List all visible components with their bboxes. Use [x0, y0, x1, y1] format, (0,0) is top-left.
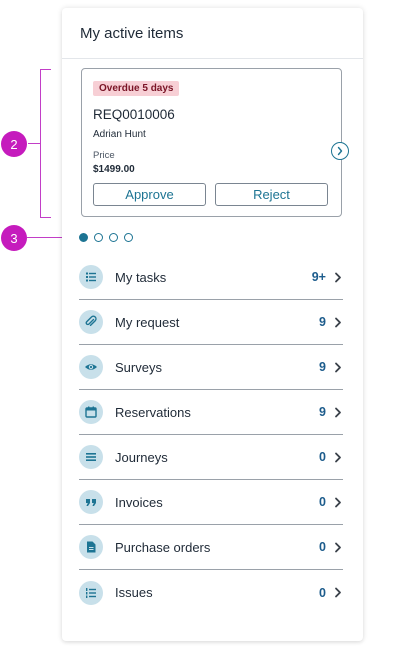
- price-value: $1499.00: [93, 164, 135, 175]
- list-item-issues[interactable]: Issues 0: [79, 570, 343, 615]
- list-item-my-tasks[interactable]: My tasks 9+: [79, 255, 343, 300]
- price-label: Price: [93, 150, 115, 161]
- carousel-next-button[interactable]: [331, 142, 349, 160]
- numbered-list-icon: [79, 580, 103, 605]
- reject-button[interactable]: Reject: [215, 183, 328, 206]
- quote-icon: [79, 490, 103, 514]
- calendar-icon: [79, 400, 103, 424]
- list-item-label: My request: [115, 314, 180, 330]
- active-items-list: My tasks 9+ My request 9 Surveys 9 Reservation…: [79, 255, 343, 615]
- list-item-count: 9: [319, 405, 326, 419]
- chevron-right-icon: [334, 587, 343, 599]
- list-item-label: Reservations: [115, 404, 191, 420]
- list-item-count: 0: [319, 450, 326, 464]
- callout-marker-3: 3: [1, 225, 27, 251]
- request-id[interactable]: REQ0010006: [93, 107, 175, 122]
- carousel-pagination: [79, 233, 133, 242]
- callout-marker-2: 2: [1, 131, 27, 157]
- chevron-right-icon: [334, 406, 343, 418]
- list-item-count: 9: [319, 360, 326, 374]
- chevron-right-icon: [337, 146, 343, 156]
- list-item-surveys[interactable]: Surveys 9: [79, 345, 343, 390]
- requester-name: Adrian Hunt: [93, 129, 146, 140]
- list-item-count: 0: [319, 585, 326, 600]
- callout-connector: [28, 143, 40, 144]
- list-item-purchase-orders[interactable]: Purchase orders 0: [79, 525, 343, 570]
- list-item-count: 9: [319, 315, 326, 329]
- overdue-badge: Overdue 5 days: [93, 81, 180, 96]
- carousel-dot-4[interactable]: [124, 233, 133, 242]
- chevron-right-icon: [334, 451, 343, 463]
- carousel-dot-3[interactable]: [109, 233, 118, 242]
- list-item-my-request[interactable]: My request 9: [79, 300, 343, 345]
- approve-button[interactable]: Approve: [93, 183, 206, 206]
- list-item-label: Invoices: [115, 494, 163, 510]
- approval-card: Overdue 5 days REQ0010006 Adrian Hunt Pr…: [81, 68, 342, 217]
- chevron-right-icon: [334, 271, 343, 283]
- carousel-dot-2[interactable]: [94, 233, 103, 242]
- list-item-label: Purchase orders: [115, 539, 211, 555]
- document-icon: [79, 535, 103, 559]
- panel-title: My active items: [62, 8, 363, 59]
- paperclip-icon: [79, 310, 103, 334]
- list-item-label: Journeys: [115, 449, 168, 465]
- chevron-right-icon: [334, 496, 343, 508]
- callout-bracket-card: [40, 69, 51, 218]
- callout-connector-3: [27, 237, 67, 238]
- carousel-dot-1[interactable]: [79, 233, 88, 242]
- list-item-invoices[interactable]: Invoices 0: [79, 480, 343, 525]
- chevron-right-icon: [334, 541, 343, 553]
- list-item-reservations[interactable]: Reservations 9: [79, 390, 343, 435]
- chevron-right-icon: [334, 316, 343, 328]
- list-item-label: My tasks: [115, 269, 167, 285]
- list-item-label: Surveys: [115, 359, 162, 375]
- menu-lines-icon: [79, 445, 103, 469]
- list-item-count: 0: [319, 540, 326, 554]
- list-item-journeys[interactable]: Journeys 0: [79, 435, 343, 480]
- chevron-right-icon: [334, 361, 343, 373]
- list-item-count: 9+: [311, 270, 326, 284]
- list-item-label: Issues: [115, 585, 153, 600]
- list-icon: [79, 265, 103, 289]
- list-item-count: 0: [319, 495, 326, 509]
- eye-icon: [79, 355, 103, 379]
